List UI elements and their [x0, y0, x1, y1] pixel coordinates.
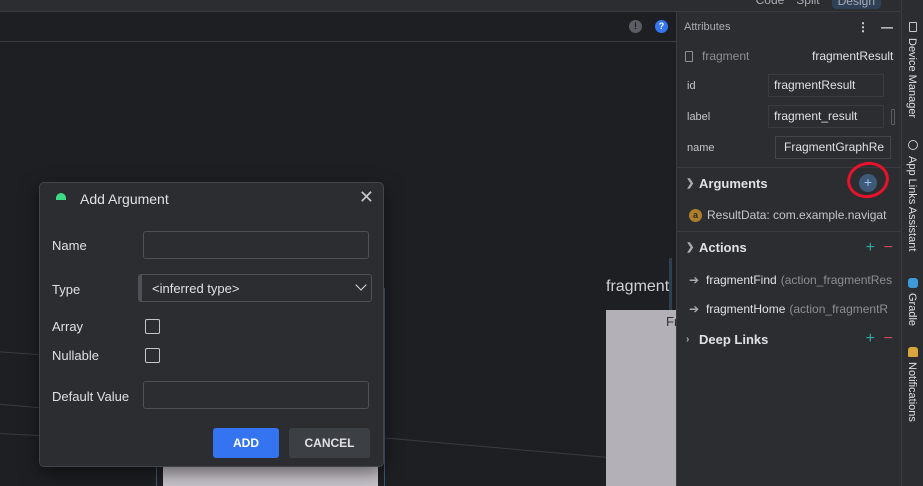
- deep-links-title: Deep Links: [699, 331, 769, 347]
- attributes-panel: Attributes ⋮ — fragment fragmentResult i…: [676, 12, 901, 486]
- type-select-value: <inferred type>: [152, 281, 240, 296]
- argument-type-select[interactable]: <inferred type>: [138, 274, 372, 302]
- action-arrow-icon: ➔: [689, 301, 700, 316]
- property-label: name: [687, 141, 715, 154]
- property-row-id: id fragmentResult: [677, 70, 901, 101]
- canvas-toolbar: ! ?: [0, 12, 676, 42]
- nullable-label: Nullable: [52, 348, 99, 363]
- cancel-button[interactable]: CANCEL: [289, 428, 370, 458]
- split-view-button[interactable]: Split: [796, 0, 819, 9]
- bell-icon: [908, 347, 918, 357]
- link-icon: [908, 140, 918, 150]
- property-row-label: label fragment_result: [677, 101, 901, 132]
- array-checkbox[interactable]: [145, 319, 160, 334]
- default-value-label: Default Value: [52, 389, 130, 404]
- app-links-assistant-tab[interactable]: App Links Assistant: [906, 156, 918, 251]
- more-vertical-icon[interactable]: ⋮: [857, 20, 869, 34]
- chevron-right-icon[interactable]: ›: [686, 334, 689, 345]
- argument-name-input[interactable]: [143, 231, 369, 259]
- argument-icon: a: [689, 208, 702, 222]
- arguments-section-header[interactable]: ❯ Arguments +: [677, 158, 901, 202]
- resource-picker-handle[interactable]: [891, 108, 895, 125]
- design-view-button[interactable]: Design: [831, 0, 881, 9]
- id-field[interactable]: fragmentResult: [768, 74, 884, 97]
- name-field[interactable]: FragmentGraphRe: [775, 136, 891, 159]
- device-manager-icon: [909, 22, 917, 32]
- component-type: fragment: [702, 49, 750, 63]
- array-label: Array: [52, 319, 84, 334]
- arguments-title: Arguments: [699, 176, 768, 191]
- chevron-down-icon[interactable]: ❯: [686, 178, 694, 189]
- add-deep-link-button[interactable]: +: [866, 330, 875, 348]
- close-icon[interactable]: ✕: [359, 187, 374, 208]
- action-list-item[interactable]: ➔ fragmentFind (action_fragmentRes: [677, 265, 901, 294]
- fragment-icon: [685, 50, 693, 62]
- add-action-button[interactable]: +: [866, 239, 875, 257]
- device-manager-tab[interactable]: Device Manager: [906, 38, 918, 118]
- remove-deep-link-button[interactable]: −: [884, 330, 893, 348]
- property-label: label: [687, 110, 711, 123]
- property-label: id: [687, 79, 696, 92]
- nullable-checkbox[interactable]: [145, 348, 160, 363]
- chevron-down-icon: [355, 279, 367, 291]
- actions-section-header[interactable]: ❯ Actions + −: [677, 231, 901, 263]
- minimize-icon[interactable]: —: [881, 20, 893, 34]
- remove-action-button[interactable]: −: [884, 239, 893, 257]
- code-view-button[interactable]: Code: [756, 0, 785, 9]
- fragment-node-preview[interactable]: [606, 310, 676, 486]
- dialog-title: Add Argument: [80, 191, 169, 207]
- help-icon[interactable]: ?: [655, 20, 668, 33]
- add-argument-dialog: Add Argument ✕ Name Type <inferred type>…: [39, 182, 384, 467]
- view-mode-switcher: Code Split Design: [756, 0, 881, 9]
- default-value-input[interactable]: [143, 381, 369, 409]
- action-list-item[interactable]: ➔ fragmentHome (action_fragmentR: [677, 294, 901, 323]
- attributes-header: Attributes ⋮ —: [677, 12, 901, 42]
- chevron-down-icon[interactable]: ❯: [686, 242, 694, 253]
- fragment-node-label[interactable]: fragment: [606, 278, 669, 296]
- action-detail: (action_fragmentRes: [780, 272, 893, 287]
- tool-window-strip: Device Manager App Links Assistant Gradl…: [901, 0, 923, 486]
- actions-title: Actions: [699, 240, 747, 255]
- action-arrow-icon: ➔: [689, 272, 700, 287]
- action-name: fragmentFind: [706, 272, 777, 287]
- argument-list-item[interactable]: a ResultData: com.example.navigat: [677, 199, 901, 231]
- add-button[interactable]: ADD: [213, 428, 279, 458]
- property-row-name: name FragmentGraphRe: [677, 132, 901, 163]
- dialog-title-bar: Add Argument ✕: [40, 183, 383, 215]
- annotation-highlight-circle: [843, 158, 893, 202]
- attributes-title: Attributes: [684, 21, 731, 33]
- type-label: Type: [52, 282, 81, 297]
- deep-links-section-header[interactable]: › Deep Links + −: [677, 323, 901, 355]
- action-name: fragmentHome: [706, 301, 786, 316]
- argument-text: ResultData: com.example.navigat: [707, 208, 887, 222]
- fragment-preview-text: Fr: [666, 314, 676, 329]
- android-icon: [56, 193, 66, 200]
- notifications-tab[interactable]: Notifications: [906, 362, 918, 422]
- action-detail: (action_fragmentR: [789, 301, 889, 316]
- gradle-icon: [908, 278, 918, 288]
- fragment-node-preview: [163, 467, 378, 486]
- editor-top-strip: Code Split Design: [0, 0, 901, 12]
- warning-icon[interactable]: !: [629, 20, 642, 33]
- gradle-tab[interactable]: Gradle: [906, 293, 918, 326]
- component-name: fragmentResult: [812, 49, 894, 63]
- label-field[interactable]: fragment_result: [768, 105, 884, 128]
- name-label: Name: [52, 238, 87, 253]
- selected-component-row: fragment fragmentResult: [677, 42, 901, 70]
